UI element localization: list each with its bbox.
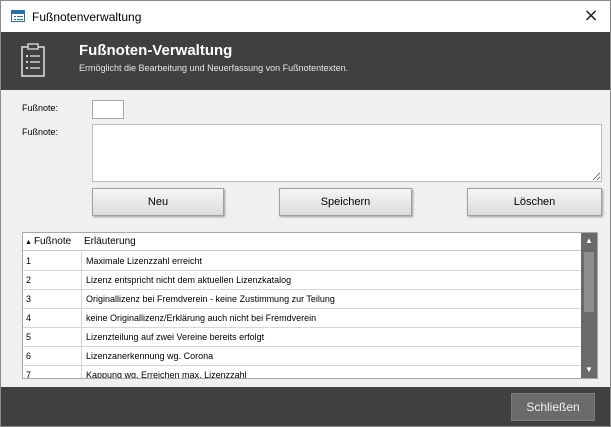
footnote-table: ▲ Fußnote Erläuterung 1 Maximale Lizenzza…: [22, 232, 598, 379]
page-subtitle: Ermöglicht die Bearbeitung und Neuerfass…: [79, 63, 349, 73]
window-title: Fußnotenverwaltung: [32, 10, 142, 24]
scrollbar-thumb[interactable]: [584, 252, 594, 312]
form-window-icon: [11, 10, 25, 22]
cell-description: keine Originallizenz/Erklärung auch nich…: [86, 313, 317, 323]
cell-description: Lizenzanerkennung wg. Corona: [86, 351, 214, 361]
table-row[interactable]: 1 Maximale Lizenzzahl erreicht: [23, 252, 583, 271]
table-header: ▲ Fußnote Erläuterung: [23, 233, 583, 251]
table-row[interactable]: 6 Lizenzanerkennung wg. Corona: [23, 347, 583, 366]
cell-description: Lizenz entspricht nicht dem aktuellen Li…: [86, 275, 292, 285]
table-vertical-scrollbar[interactable]: ▲ ▼: [581, 233, 597, 378]
delete-button[interactable]: Löschen: [467, 188, 602, 216]
cell-footnote: 3: [23, 290, 82, 309]
table-row[interactable]: 7 Kappung wg. Erreichen max. Lizenzzahl: [23, 366, 583, 379]
header-banner: Fußnoten-Verwaltung Ermöglicht die Bearb…: [1, 32, 610, 90]
close-icon[interactable]: ×: [580, 5, 602, 27]
cell-footnote: 6: [23, 347, 82, 366]
save-button[interactable]: Speichern: [279, 188, 412, 216]
scroll-down-icon[interactable]: ▼: [581, 362, 597, 378]
new-button[interactable]: Neu: [92, 188, 224, 216]
cell-description: Maximale Lizenzzahl erreicht: [86, 256, 203, 266]
cell-description: Kappung wg. Erreichen max. Lizenzzahl: [86, 370, 247, 379]
cell-footnote: 1: [23, 252, 82, 271]
table-row[interactable]: 2 Lizenz entspricht nicht dem aktuellen …: [23, 271, 583, 290]
cell-footnote: 2: [23, 271, 82, 290]
table-row[interactable]: 5 Lizenzteilung auf zwei Vereine bereits…: [23, 328, 583, 347]
cell-description: Lizenzteilung auf zwei Vereine bereits e…: [86, 332, 265, 342]
table-row[interactable]: 4 keine Originallizenz/Erklärung auch ni…: [23, 309, 583, 328]
cell-description: Originallizenz bei Fremdverein - keine Z…: [86, 294, 335, 304]
close-button[interactable]: Schließen: [511, 393, 595, 421]
footnote-text-input[interactable]: [92, 124, 602, 182]
page-title: Fußnoten-Verwaltung: [79, 42, 233, 59]
column-header-description[interactable]: Erläuterung: [82, 233, 583, 251]
table-row[interactable]: 3 Originallizenz bei Fremdverein - keine…: [23, 290, 583, 309]
footer-bar: Schließen: [1, 387, 610, 426]
clipboard-list-icon: [21, 43, 45, 77]
cell-footnote: 5: [23, 328, 82, 347]
cell-footnote: 7: [23, 366, 82, 378]
footnote-number-label: Fußnote:: [22, 103, 59, 113]
footnote-number-input[interactable]: [92, 100, 124, 119]
footnote-text-label: Fußnote:: [22, 127, 59, 137]
title-bar: Fußnotenverwaltung ×: [1, 1, 610, 32]
dialog-window: Fußnotenverwaltung × Fußnoten-Verwaltung…: [0, 0, 611, 427]
sort-ascending-icon: ▲: [25, 239, 32, 246]
scroll-up-icon[interactable]: ▲: [581, 233, 597, 249]
column-header-footnote[interactable]: ▲ Fußnote: [23, 233, 82, 251]
cell-footnote: 4: [23, 309, 82, 328]
